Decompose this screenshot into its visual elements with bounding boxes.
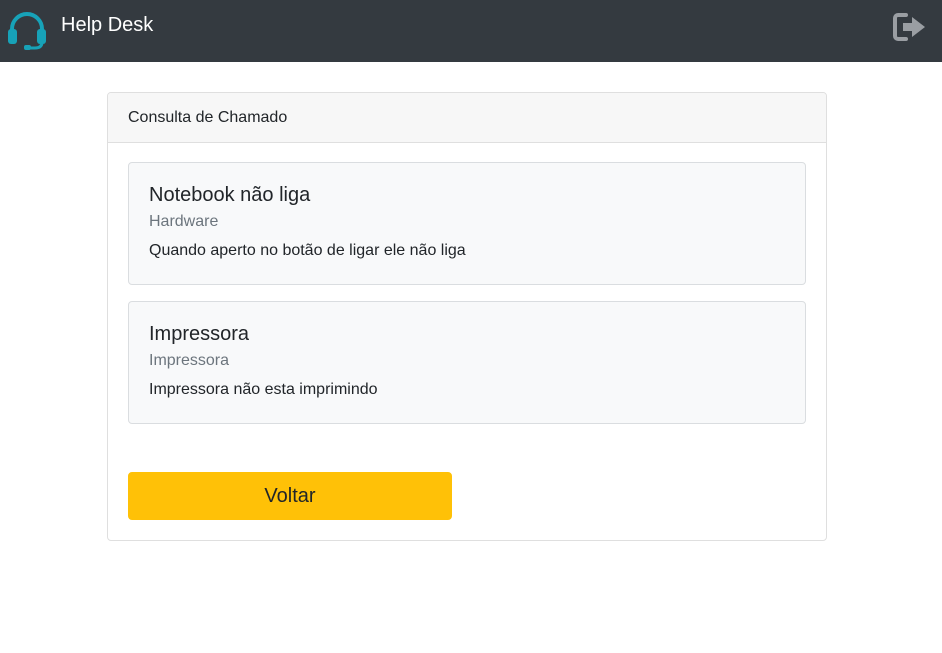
card-header: Consulta de Chamado — [108, 93, 826, 143]
ticket-description: Quando aperto no botão de ligar ele não … — [149, 242, 466, 259]
back-button[interactable]: Voltar — [128, 472, 452, 520]
ticket-category: Impressora — [149, 352, 230, 369]
brand-title[interactable]: Help Desk — [61, 13, 153, 37]
sign-out-icon[interactable] — [893, 12, 929, 42]
ticket-title: Impressora — [149, 323, 250, 345]
ticket-title: Notebook não liga — [149, 184, 311, 206]
ticket-category: Hardware — [149, 213, 219, 230]
ticket-card: Notebook não liga Hardware Quando aperto… — [128, 162, 806, 285]
ticket-query-card: Consulta de Chamado Notebook não liga Ha… — [107, 92, 827, 541]
ticket-description: Impressora não esta imprimindo — [149, 381, 378, 398]
headset-icon[interactable] — [6, 8, 48, 50]
ticket-card: Impressora Impressora Impressora não est… — [128, 301, 806, 424]
top-navbar: Help Desk — [0, 0, 942, 62]
